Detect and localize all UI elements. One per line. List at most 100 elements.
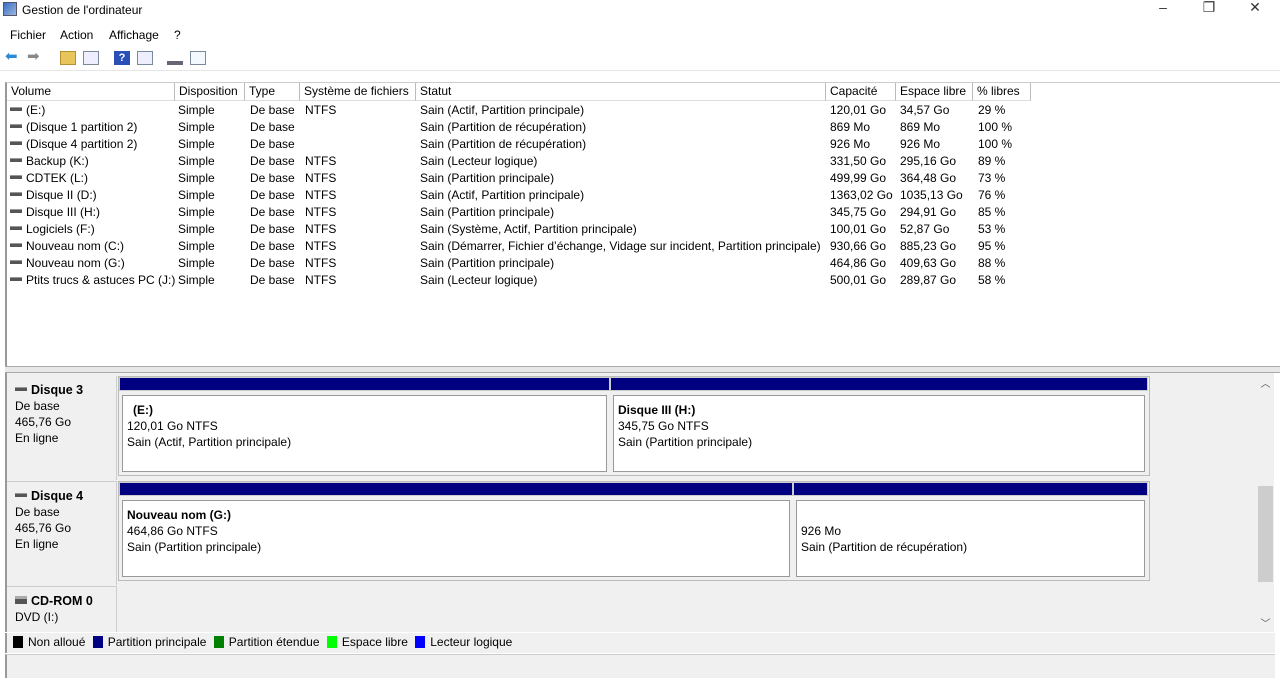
volume-cell: Ptits trucs & astuces PC (J:): [10, 272, 175, 289]
table-row[interactable]: Disque II (D:) Simple De base NTFS Sain (Act…: [7, 187, 1267, 204]
legend-logical: Lecteur logique: [415, 633, 512, 652]
partition-h[interactable]: Disque III (H:) 345,75 Go NTFS Sain (Par…: [610, 377, 1148, 475]
column-header-type[interactable]: Type: [245, 83, 300, 101]
volume-icon: [10, 158, 22, 163]
partition-recovery[interactable]: 926 Mo Sain (Partition de récupération): [793, 482, 1148, 580]
disk-4-label[interactable]: Disque 4 De base 465,76 Go En ligne: [7, 481, 117, 585]
minimize-button[interactable]: –: [1140, 0, 1186, 22]
column-header-disposition[interactable]: Disposition: [175, 83, 245, 101]
partition-g[interactable]: Nouveau nom (G:) 464,86 Go NTFS Sain (Pa…: [119, 482, 793, 580]
free-space-cell: 364,48 Go: [900, 171, 957, 185]
partition-name: (E:): [133, 403, 153, 417]
table-row[interactable]: Nouveau nom (C:) Simple De base NTFS Sain (D…: [7, 238, 1267, 255]
table-row[interactable]: Nouveau nom (G:) Simple De base NTFS Sain (P…: [7, 255, 1267, 272]
properties-icon[interactable]: [190, 51, 206, 65]
volume-cell: Nouveau nom (G:): [10, 255, 125, 272]
volume-cell: (E:): [10, 102, 45, 119]
disposition-cell: Simple: [178, 154, 215, 168]
status-cell: Sain (Actif, Partition principale): [420, 188, 585, 202]
free-space-cell: 409,63 Go: [900, 256, 957, 270]
disposition-cell: Simple: [178, 137, 215, 151]
status-cell: Sain (Lecteur logique): [420, 273, 538, 287]
free-space-cell: 289,87 Go: [900, 273, 957, 287]
disk-3-label[interactable]: Disque 3 De base 465,76 Go En ligne: [7, 376, 117, 480]
table-row[interactable]: Logiciels (F:) Simple De base NTFS Sain (Sys…: [7, 221, 1267, 238]
free-space-cell: 295,16 Go: [900, 154, 957, 168]
table-row[interactable]: (Disque 4 partition 2) Simple De base Sain …: [7, 136, 1267, 153]
percent-free-cell: 73 %: [978, 171, 1006, 185]
volume-cell: CDTEK (L:): [10, 170, 88, 187]
menu-help[interactable]: ?: [174, 28, 181, 42]
percent-free-cell: 100 %: [978, 120, 1013, 134]
back-icon[interactable]: ⬅: [5, 49, 21, 65]
scrollbar-thumb[interactable]: [1258, 486, 1273, 582]
show-action-pane-icon[interactable]: [137, 51, 153, 65]
volume-cell: (Disque 4 partition 2): [10, 136, 137, 153]
pane-splitter[interactable]: [5, 366, 1280, 373]
column-header-free-space[interactable]: Espace libre: [896, 83, 973, 101]
menu-affichage[interactable]: Affichage: [109, 28, 159, 42]
table-row[interactable]: CDTEK (L:) Simple De base NTFS Sain (Partiti…: [7, 170, 1267, 187]
type-cell: De base: [250, 137, 295, 151]
column-header-capacity[interactable]: Capacité: [826, 83, 896, 101]
toolbar: ⬅ ➡ ?: [0, 47, 1280, 71]
percent-free-cell: 100 %: [978, 137, 1013, 151]
partition-name: [801, 507, 1140, 523]
up-folder-icon[interactable]: [60, 51, 76, 65]
column-header-filesystem[interactable]: Système de fichiers: [300, 83, 416, 101]
disposition-cell: Simple: [178, 205, 215, 219]
status-cell: Sain (Partition principale): [420, 205, 555, 219]
type-cell: De base: [250, 256, 295, 270]
column-header-volume[interactable]: Volume: [7, 83, 175, 101]
status-cell: Sain (Partition de récupération): [420, 137, 587, 151]
free-space-cell: 926 Mo: [900, 137, 941, 151]
volume-cell: Logiciels (F:): [10, 221, 95, 238]
type-cell: De base: [250, 239, 295, 253]
table-row[interactable]: (Disque 1 partition 2) Simple De base Sain …: [7, 119, 1267, 136]
disposition-cell: Simple: [178, 188, 215, 202]
disk-type: DVD (I:): [15, 610, 59, 624]
swatch: [13, 636, 23, 648]
table-row[interactable]: Backup (K:) Simple De base NTFS Sain (Lecteu…: [7, 153, 1267, 170]
table-row[interactable]: Ptits trucs & astuces PC (J:) Simple De ba…: [7, 272, 1267, 289]
capacity-cell: 499,99 Go: [830, 171, 887, 185]
table-row[interactable]: Disque III (H:) Simple De base NTFS Sain (Pa…: [7, 204, 1267, 221]
help-icon[interactable]: ?: [114, 51, 130, 65]
capacity-cell: 100,01 Go: [830, 222, 887, 236]
disk-type: De base: [15, 505, 60, 519]
status-cell: Sain (Partition principale): [420, 171, 555, 185]
percent-free-cell: 58 %: [978, 273, 1006, 287]
volume-icon: [10, 175, 22, 180]
partition-e[interactable]: (E:) 120,01 Go NTFS Sain (Actif, Partiti…: [119, 377, 610, 475]
type-cell: De base: [250, 188, 295, 202]
cdrom-icon: [15, 596, 27, 605]
close-button[interactable]: ✕: [1232, 0, 1278, 22]
free-space-cell: 885,23 Go: [900, 239, 957, 253]
table-row[interactable]: (E:) Simple De base NTFS Sain (Actif, Partit…: [7, 102, 1267, 119]
disk-icon: [15, 493, 27, 498]
filesystem-cell: NTFS: [305, 239, 337, 253]
column-header-status[interactable]: Statut: [416, 83, 826, 101]
connect-disk-icon[interactable]: [167, 51, 183, 65]
type-cell: De base: [250, 154, 295, 168]
disposition-cell: Simple: [178, 239, 215, 253]
disposition-cell: Simple: [178, 222, 215, 236]
disk-state: En ligne: [15, 431, 59, 445]
scroll-down-icon[interactable]: ﹀: [1257, 615, 1274, 630]
disposition-cell: Simple: [178, 103, 215, 117]
capacity-cell: 930,66 Go: [830, 239, 887, 253]
column-header-percent-free[interactable]: % libres: [973, 83, 1031, 101]
capacity-cell: 331,50 Go: [830, 154, 887, 168]
menu-fichier[interactable]: Fichier: [10, 28, 46, 42]
type-cell: De base: [250, 103, 295, 117]
scroll-up-icon[interactable]: ︿: [1257, 375, 1274, 390]
partition-size: 120,01 Go NTFS: [127, 419, 218, 433]
cdrom-0-label[interactable]: CD-ROM 0 DVD (I:): [7, 586, 117, 632]
status-cell: Sain (Lecteur logique): [420, 154, 538, 168]
partition-status: Sain (Partition principale): [618, 435, 753, 449]
menu-action[interactable]: Action: [60, 28, 93, 42]
forward-icon[interactable]: ➡: [27, 49, 43, 65]
show-hide-console-tree-icon[interactable]: [83, 51, 99, 65]
swatch: [92, 636, 103, 648]
restore-button[interactable]: ❐: [1186, 0, 1232, 22]
